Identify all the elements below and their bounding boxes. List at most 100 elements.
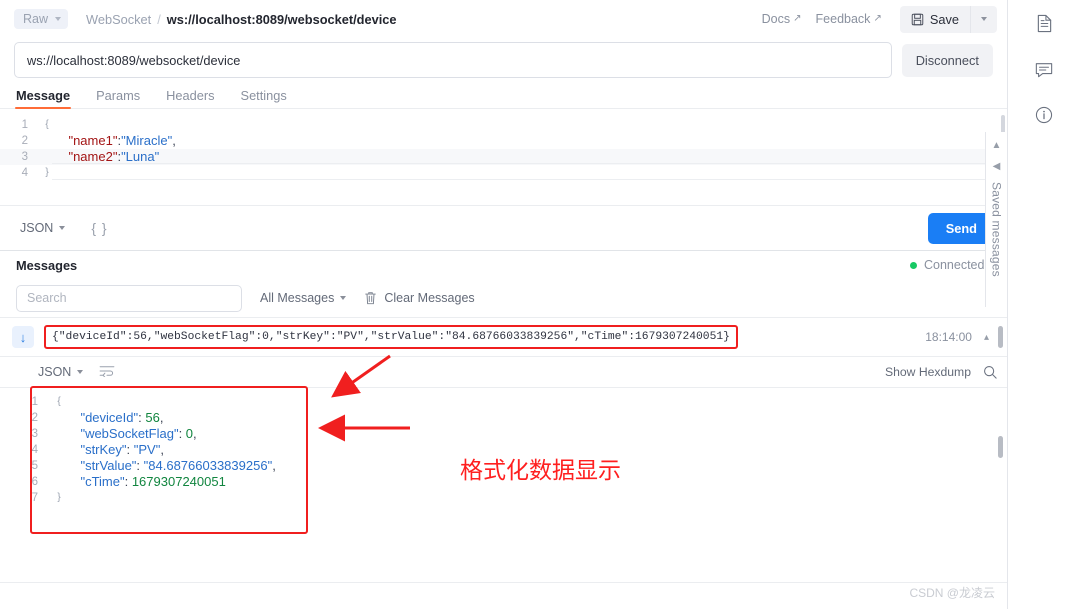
- breadcrumb-protocol: WebSocket: [86, 11, 152, 27]
- detail-language-label: JSON: [38, 365, 72, 379]
- feedback-label: Feedback: [815, 12, 871, 26]
- external-link-icon: ↗: [793, 13, 802, 24]
- status-dot-icon: [910, 261, 917, 269]
- raw-mode-label: Raw: [23, 12, 49, 26]
- chevron-down-icon: [55, 17, 62, 21]
- code-text: "cTime": 1679307240051: [80, 474, 226, 489]
- save-button-group: Save: [899, 5, 997, 33]
- websocket-url-input[interactable]: ws://localhost:8089/websocket/device: [14, 42, 892, 78]
- saved-messages-label: Saved messages: [989, 182, 1004, 277]
- editor-language-label: JSON: [20, 221, 54, 235]
- editor-lines: 1{2 "name1":"Miracle", 3 "name2":"Luna" 4}: [0, 109, 1007, 181]
- websocket-client-app: Raw WebSocket / ws://localhost:8089/webs…: [0, 0, 1080, 609]
- detail-toolbar-actions: Show Hexdump: [885, 365, 997, 379]
- show-hexdump-button[interactable]: Show Hexdump: [885, 365, 971, 379]
- message-body-editor[interactable]: 1{2 "name1":"Miracle", 3 "name2":"Luna" 4}: [0, 109, 1007, 205]
- info-icon: [1035, 106, 1053, 124]
- sidebar-item-info[interactable]: [1029, 100, 1059, 130]
- top-toolbar-actions: Docs ↗ Feedback ↗ Save: [762, 5, 997, 33]
- message-direction-incoming-icon: ↓: [12, 326, 34, 348]
- comment-icon: [1035, 62, 1053, 77]
- docs-link[interactable]: Docs ↗: [762, 12, 802, 26]
- raw-mode-selector[interactable]: Raw: [14, 9, 69, 29]
- line-number: 3: [31, 428, 38, 440]
- editor-line-rule: [52, 179, 1001, 180]
- tab-settings[interactable]: Settings: [241, 88, 287, 108]
- code-line: 2 "name1":"Miracle",: [0, 133, 1007, 149]
- chevron-up-icon[interactable]: ▲: [992, 140, 1002, 151]
- save-options-button[interactable]: [970, 5, 997, 33]
- websocket-url-value: ws://localhost:8089/websocket/device: [27, 52, 241, 68]
- breadcrumb-separator: /: [157, 11, 161, 27]
- beautify-button[interactable]: { }: [91, 220, 107, 236]
- annotation-arrows: [318, 354, 410, 442]
- chevron-left-icon[interactable]: ◀: [993, 161, 1001, 172]
- messages-title: Messages: [16, 257, 78, 273]
- editor-line-rule: [52, 163, 1001, 164]
- docs-label: Docs: [761, 12, 791, 26]
- watermark: CSDN @龙凌云: [909, 586, 995, 600]
- code-line: 1{: [0, 117, 1007, 133]
- line-number: 4: [31, 444, 38, 456]
- tab-message[interactable]: Message: [14, 88, 72, 109]
- tab-params[interactable]: Params: [96, 88, 140, 108]
- messages-header: Messages Connected ▾: [0, 250, 1007, 279]
- code-line: 7}: [0, 490, 1007, 506]
- sidebar-item-documentation[interactable]: [1029, 8, 1059, 38]
- messages-filter-row: Search All Messages Clear Messages: [0, 279, 1007, 317]
- message-timestamp: 18:14:00: [925, 330, 972, 344]
- message-meta: 18:14:00 ▴: [925, 330, 997, 344]
- connection-url-row: ws://localhost:8089/websocket/device Dis…: [0, 38, 1007, 78]
- floppy-disk-icon: [911, 13, 924, 25]
- chevron-down-icon: [59, 226, 66, 230]
- line-number: 6: [31, 476, 38, 488]
- message-filter-label: All Messages: [260, 291, 335, 305]
- external-link-icon: ↗: [873, 13, 882, 24]
- annotation-label-formatted-data: 格式化数据显示: [460, 458, 621, 484]
- save-label: Save: [929, 11, 959, 27]
- status-badge: Connected: [924, 258, 985, 272]
- line-number: 7: [31, 492, 38, 504]
- search-placeholder: Search: [27, 291, 67, 305]
- line-number: 2: [21, 135, 28, 147]
- request-tabs: Message Params Headers Settings: [0, 78, 1007, 109]
- fold-marker: {: [45, 119, 49, 130]
- detail-scrollbar-thumb[interactable]: [998, 436, 1003, 458]
- detail-scrollbar-thumb-top[interactable]: [998, 326, 1003, 348]
- document-icon: [1037, 14, 1051, 32]
- editor-footer: JSON { } Send: [0, 205, 1007, 250]
- search-input[interactable]: Search: [16, 284, 242, 312]
- disconnect-button[interactable]: Disconnect: [901, 43, 993, 77]
- wrap-lines-icon: [99, 365, 115, 378]
- message-filter-selector[interactable]: All Messages: [260, 291, 347, 305]
- line-number: 4: [21, 167, 28, 179]
- message-payload: {"deviceId":56,"webSocketFlag":0,"strKey…: [44, 325, 738, 349]
- feedback-link[interactable]: Feedback ↗: [816, 12, 882, 26]
- line-number: 2: [31, 412, 38, 424]
- saved-messages-tab[interactable]: ▲ ◀ Saved messages: [985, 132, 1007, 307]
- bottom-strip: [0, 582, 1007, 609]
- collapse-detail-chevron-icon[interactable]: ▴: [984, 332, 989, 343]
- wrap-lines-button[interactable]: [99, 365, 115, 380]
- detail-language-selector[interactable]: JSON: [38, 365, 84, 379]
- chevron-down-icon: [981, 17, 987, 21]
- line-number: 3: [21, 151, 28, 163]
- top-toolbar: Raw WebSocket / ws://localhost:8089/webs…: [0, 0, 1007, 38]
- line-number: 5: [31, 460, 38, 472]
- clear-messages-button[interactable]: Clear Messages: [364, 291, 475, 305]
- trash-icon: [365, 292, 377, 305]
- save-button[interactable]: Save: [900, 6, 970, 33]
- breadcrumb-url: ws://localhost:8089/websocket/device: [166, 11, 397, 27]
- search-icon[interactable]: [983, 365, 997, 379]
- tab-headers[interactable]: Headers: [166, 88, 214, 108]
- connection-status: Connected: [910, 258, 984, 272]
- line-number: 1: [31, 396, 38, 408]
- chevron-down-icon: [77, 370, 84, 374]
- main-column: Raw WebSocket / ws://localhost:8089/webs…: [0, 0, 1008, 609]
- editor-language-selector[interactable]: JSON: [20, 221, 66, 235]
- message-detail-body[interactable]: 1{2 "deviceId": 56, 3 "webSocketFlag": 0,…: [0, 326, 1007, 534]
- line-number: 1: [21, 119, 28, 131]
- code-text: "name1":"Miracle",: [68, 133, 176, 148]
- messages-list: ↓ {"deviceId":56,"webSocketFlag":0,"strK…: [0, 317, 1007, 609]
- sidebar-item-comments[interactable]: [1029, 54, 1059, 84]
